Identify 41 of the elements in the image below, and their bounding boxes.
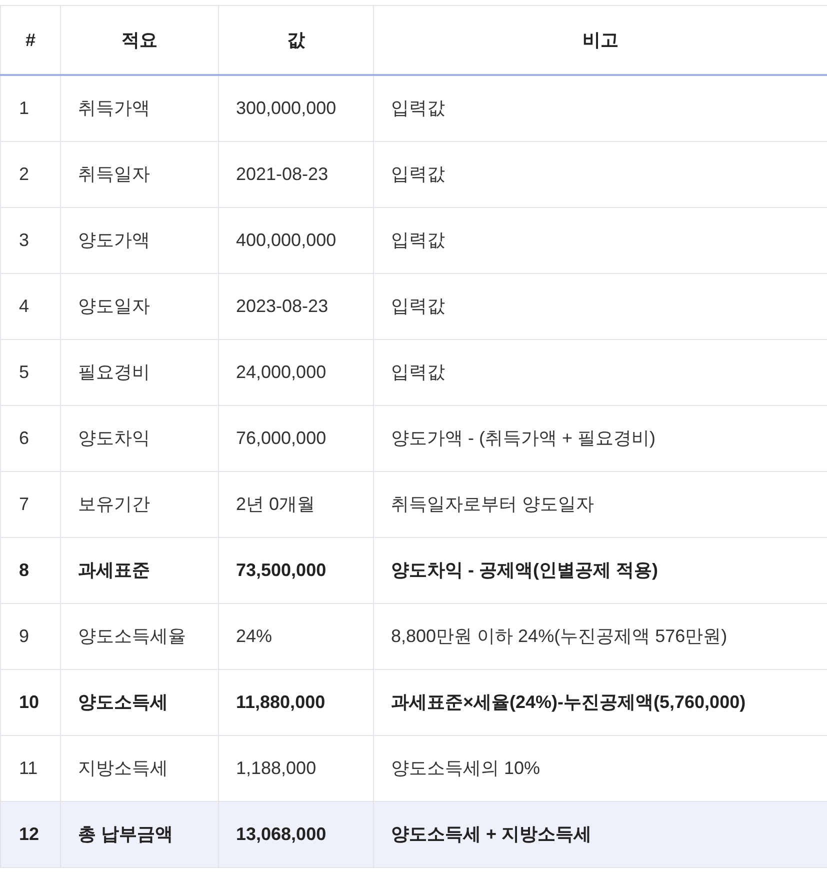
- table-cell: 양도가액: [60, 207, 218, 273]
- table-cell: 400,000,000: [218, 207, 374, 273]
- table-cell: 양도소득세: [60, 669, 218, 735]
- table-cell: 1: [0, 75, 60, 141]
- table-cell: 6: [0, 405, 60, 471]
- column-header: 값: [218, 6, 374, 75]
- table-cell: 취득일자: [60, 141, 218, 207]
- column-header: #: [0, 6, 60, 75]
- table-cell: 5: [0, 339, 60, 405]
- table-cell: 7: [0, 471, 60, 537]
- table-cell: 9: [0, 603, 60, 669]
- table-cell: 76,000,000: [218, 405, 374, 471]
- table-cell: 12: [0, 801, 60, 867]
- table-cell: 3: [0, 207, 60, 273]
- table-cell: 총 납부금액: [60, 801, 218, 867]
- table-cell: 양도일자: [60, 273, 218, 339]
- table-cell: 24,000,000: [218, 339, 374, 405]
- table-cell: 2년 0개월: [218, 471, 374, 537]
- table-cell: 11: [0, 735, 60, 801]
- table-cell: 양도소득세 + 지방소득세: [374, 801, 827, 867]
- table-cell: 13,068,000: [218, 801, 374, 867]
- table-cell: 필요경비: [60, 339, 218, 405]
- table-cell: 10: [0, 669, 60, 735]
- table-cell: 양도차익: [60, 405, 218, 471]
- table-cell: 양도소득세율: [60, 603, 218, 669]
- table-cell: 1,188,000: [218, 735, 374, 801]
- table-cell: 2023-08-23: [218, 273, 374, 339]
- table-cell: 24%: [218, 603, 374, 669]
- table-cell: 2021-08-23: [218, 141, 374, 207]
- table-cell: 2: [0, 141, 60, 207]
- table-cell: 4: [0, 273, 60, 339]
- table-cell: 300,000,000: [218, 75, 374, 141]
- table-cell: 취득가액: [60, 75, 218, 141]
- table-cell: 보유기간: [60, 471, 218, 537]
- table-cell: 과세표준: [60, 537, 218, 603]
- column-header: 적요: [60, 6, 218, 75]
- table-cell: 11,880,000: [218, 669, 374, 735]
- table-cell: 8: [0, 537, 60, 603]
- column-header: 비고: [374, 6, 827, 75]
- table-cell: 지방소득세: [60, 735, 218, 801]
- table-cell: 73,500,000: [218, 537, 374, 603]
